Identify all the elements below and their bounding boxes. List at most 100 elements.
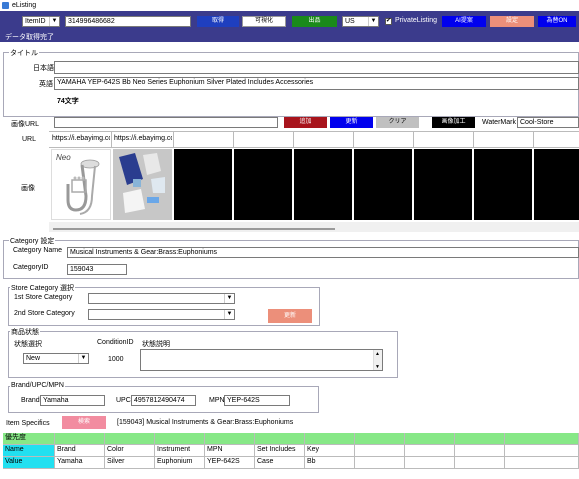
brand-input[interactable]: Yamaha: [40, 395, 105, 406]
mpn-input[interactable]: YEP-642S: [224, 395, 290, 406]
table-header-row: 優先度: [3, 433, 579, 445]
chevron-down-icon: ▼: [224, 310, 234, 319]
condition-id-value: 1000: [108, 356, 124, 363]
table-cell[interactable]: [505, 457, 579, 469]
window-title: eListing: [12, 2, 37, 9]
image-thumb-1[interactable]: Neo: [51, 149, 111, 220]
table-cell[interactable]: [455, 457, 505, 469]
table-cell[interactable]: [405, 457, 455, 469]
image-thumb-9[interactable]: [534, 149, 579, 220]
url-row: https://i.ebayimg.cc https://i.ebayimg.c…: [49, 131, 579, 148]
brand-legend: Brand/UPC/MPN: [10, 382, 65, 389]
table-cell[interactable]: Case: [255, 457, 305, 469]
store-category-2-label: 2nd Store Category: [14, 310, 75, 317]
condition-legend: 商品状態: [10, 327, 40, 337]
condition-select[interactable]: New ▼: [23, 353, 89, 364]
store-category-2-select[interactable]: ▼: [88, 309, 235, 320]
table-cell[interactable]: Brand: [55, 445, 105, 457]
image-thumb-7[interactable]: [414, 149, 472, 220]
table-cell[interactable]: Name: [3, 445, 55, 457]
store-category-1-label: 1st Store Category: [14, 294, 73, 301]
id-type-select[interactable]: ItemID ▼: [22, 16, 60, 27]
table-cell[interactable]: Set Includes: [255, 445, 305, 457]
table-cell[interactable]: Key: [305, 445, 355, 457]
status-text: データ取得完了: [5, 34, 54, 41]
japanese-title-input[interactable]: [54, 61, 579, 74]
table-cell[interactable]: [505, 445, 579, 457]
store-category-update-button[interactable]: 更新: [268, 309, 312, 323]
id-type-value: ItemID: [25, 18, 46, 25]
add-image-button[interactable]: 追加: [284, 117, 327, 128]
table-cell[interactable]: Silver: [105, 457, 155, 469]
chevron-down-icon: ▼: [78, 354, 88, 363]
category-name-label: Category Name: [13, 247, 63, 254]
ai-suggest-button[interactable]: AI提案: [442, 16, 486, 27]
update-image-button[interactable]: 更新: [330, 117, 373, 128]
table-cell[interactable]: Euphonium: [155, 457, 205, 469]
app-icon: [2, 2, 9, 9]
table-cell[interactable]: Yamaha: [55, 457, 105, 469]
image-thumb-3[interactable]: [174, 149, 232, 220]
image-thumb-8[interactable]: [474, 149, 532, 220]
status-bar: データ取得完了: [0, 31, 579, 42]
title-char-count: 74文字: [57, 98, 79, 105]
clear-image-button[interactable]: クリア: [376, 117, 419, 128]
condition-id-label: ConditionID: [97, 339, 134, 346]
image-thumb-6[interactable]: [354, 149, 412, 220]
store-category-legend: Store Category 選択: [10, 283, 76, 293]
table-row: Value Yamaha Silver Euphonium YEP-642S C…: [3, 457, 579, 469]
chevron-down-icon: ▼: [368, 17, 378, 26]
settings-button[interactable]: 設定: [490, 16, 534, 27]
category-group-legend: Category 設定: [9, 236, 56, 246]
table-cell[interactable]: Instrument: [155, 445, 205, 457]
condition-desc-scrollbar[interactable]: ▲ ▼: [373, 350, 382, 370]
table-cell[interactable]: Color: [105, 445, 155, 457]
watermark-input[interactable]: Cool-Store: [517, 117, 579, 128]
image-thumb-2[interactable]: [113, 149, 172, 220]
table-cell[interactable]: [355, 457, 405, 469]
image-thumb-4[interactable]: [234, 149, 292, 220]
process-image-button[interactable]: 画像加工: [432, 117, 475, 128]
chevron-down-icon: ▼: [49, 17, 59, 26]
image-scrollbar-thumb[interactable]: [53, 228, 335, 230]
item-specifics-search-button[interactable]: 検索: [62, 416, 106, 429]
table-cell[interactable]: YEP-642S: [205, 457, 255, 469]
category-id-input[interactable]: 159043: [67, 264, 127, 275]
image-url-cell-1[interactable]: https://i.ebayimg.cc: [50, 134, 110, 145]
images-row-label: 画像: [21, 185, 35, 192]
list-button[interactable]: 出品: [292, 16, 337, 27]
category-id-label: CategoryID: [13, 264, 49, 271]
exchange-rate-button[interactable]: 為替ON: [538, 16, 576, 27]
item-id-input[interactable]: 314996486682: [65, 16, 191, 27]
brand-label: Brand: [21, 397, 40, 404]
category-name-input[interactable]: Musical Instruments & Gear:Brass:Euphoni…: [67, 247, 579, 258]
image-scrollbar[interactable]: [49, 222, 579, 232]
table-cell[interactable]: MPN: [205, 445, 255, 457]
mpn-label: MPN: [209, 397, 225, 404]
watermark-label: WaterMark: [482, 119, 516, 126]
japanese-title-label: 日本語: [33, 65, 54, 72]
title-group-legend: タイトル: [9, 48, 39, 58]
url-row-label: URL: [22, 136, 37, 143]
english-title-input[interactable]: YAMAHA YEP-642S Bb Neo Series Euphonium …: [54, 77, 579, 90]
image-url-input[interactable]: [54, 117, 278, 128]
condition-desc-textarea[interactable]: ▲ ▼: [140, 349, 383, 371]
item-specifics-table: 優先度 Name Brand Color Instrument MPN Set …: [3, 433, 579, 479]
scroll-up-icon[interactable]: ▲: [375, 350, 380, 359]
table-cell[interactable]: [405, 445, 455, 457]
scroll-down-icon[interactable]: ▼: [375, 363, 380, 370]
store-category-1-select[interactable]: ▼: [88, 293, 235, 304]
table-header-cell: 優先度: [3, 433, 55, 445]
table-row: Name Brand Color Instrument MPN Set Incl…: [3, 445, 579, 457]
visualize-button[interactable]: 可視化: [242, 16, 286, 27]
site-select[interactable]: US ▼: [342, 16, 379, 27]
image-thumb-5[interactable]: [294, 149, 352, 220]
table-cell[interactable]: [355, 445, 405, 457]
fetch-button[interactable]: 取得: [197, 16, 239, 27]
table-cell[interactable]: Bb: [305, 457, 355, 469]
upc-input[interactable]: 4957812490474: [131, 395, 196, 406]
table-cell[interactable]: [455, 445, 505, 457]
image-url-cell-2[interactable]: https://i.ebayimg.cc: [112, 134, 172, 145]
private-listing-checkbox[interactable]: ✔: [385, 18, 392, 25]
table-cell[interactable]: Value: [3, 457, 55, 469]
